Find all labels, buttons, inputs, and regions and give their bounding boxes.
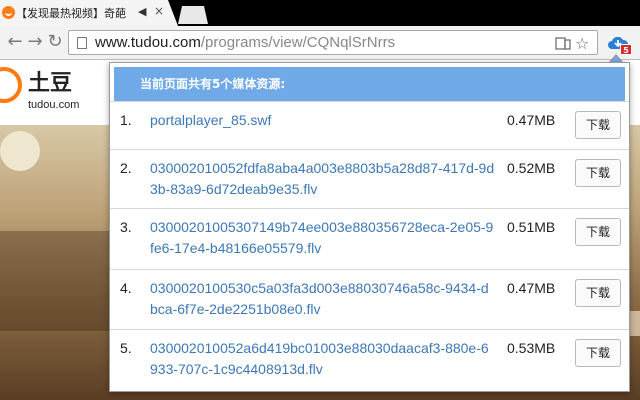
video-frame-detail	[0, 231, 110, 331]
close-icon[interactable]: ×	[154, 4, 164, 18]
browser-toolbar: ← → ↻ www.tudou.com/programs/view/CQNqlS…	[0, 26, 640, 60]
url-text[interactable]: www.tudou.com/programs/view/CQNqlSrNrrs	[95, 34, 395, 51]
list-item: 2. 030002010052fdfa8aba4a003e8803b5a28d8…	[110, 149, 629, 209]
browser-tab[interactable]: 【发现最热视频】奇葩 ◀ ×	[0, 0, 178, 26]
file-size: 0.47MB	[507, 112, 556, 128]
url-host: www.tudou.com	[95, 34, 201, 51]
forward-icon[interactable]: →	[24, 31, 46, 53]
tudou-favicon-icon	[2, 6, 15, 19]
tab-strip: 【发现最热视频】奇葩 ◀ ×	[0, 0, 640, 26]
back-icon[interactable]: ←	[4, 31, 26, 53]
list-item: 3. 03000201005307149b74ee003e880356728ec…	[110, 208, 629, 268]
list-item: 5. 030002010052a6d419bc01003e88030daacaf…	[110, 329, 629, 389]
media-file-link[interactable]: 030002010052fdfa8aba4a003e8803b5a28d87-4…	[150, 158, 495, 200]
site-logo-domain: tudou.com	[28, 99, 80, 111]
file-size: 0.52MB	[507, 160, 556, 176]
download-button[interactable]: 下载	[575, 279, 621, 307]
media-file-link[interactable]: 0300020100530c5a03fa3d003e88030746a58c-9…	[150, 278, 495, 320]
tab-title: 【发现最热视频】奇葩	[16, 7, 126, 20]
file-size: 0.53MB	[507, 340, 556, 356]
media-file-link[interactable]: 03000201005307149b74ee003e880356728eca-2…	[150, 217, 495, 259]
download-button[interactable]: 下载	[575, 218, 621, 246]
media-resources-popup: 当前页面共有5个媒体资源: 1. portalplayer_85.swf 0.4…	[109, 62, 630, 392]
download-button[interactable]: 下载	[575, 159, 621, 187]
media-file-link[interactable]: 030002010052a6d419bc01003e88030daacaf3-8…	[150, 338, 495, 380]
url-path: /programs/view/CQNqlSrNrrs	[200, 34, 396, 51]
video-frame-detail	[0, 131, 40, 171]
item-number: 4.	[120, 280, 132, 296]
item-number: 3.	[120, 219, 132, 235]
address-bar[interactable]: www.tudou.com/programs/view/CQNqlSrNrrs …	[68, 30, 598, 55]
download-button[interactable]: 下载	[575, 339, 621, 367]
bookmark-star-icon[interactable]: ☆	[575, 34, 589, 53]
tudou-logo-icon	[0, 67, 22, 103]
site-logo-text[interactable]: 土豆	[28, 65, 72, 97]
speaker-icon[interactable]: ◀	[138, 5, 146, 18]
file-size: 0.51MB	[507, 219, 556, 235]
popup-header: 当前页面共有5个媒体资源:	[114, 67, 625, 101]
download-button[interactable]: 下载	[575, 111, 621, 139]
list-item: 4. 0300020100530c5a03fa3d003e88030746a58…	[110, 269, 629, 329]
item-number: 2.	[120, 160, 132, 176]
file-size: 0.47MB	[507, 280, 556, 296]
page-icon	[77, 37, 87, 49]
item-number: 1.	[120, 112, 132, 128]
reload-icon[interactable]: ↻	[44, 31, 66, 53]
reader-mode-icon[interactable]	[555, 35, 571, 51]
media-file-link[interactable]: portalplayer_85.swf	[150, 110, 495, 131]
new-tab-button[interactable]	[178, 6, 208, 24]
item-number: 5.	[120, 340, 132, 356]
